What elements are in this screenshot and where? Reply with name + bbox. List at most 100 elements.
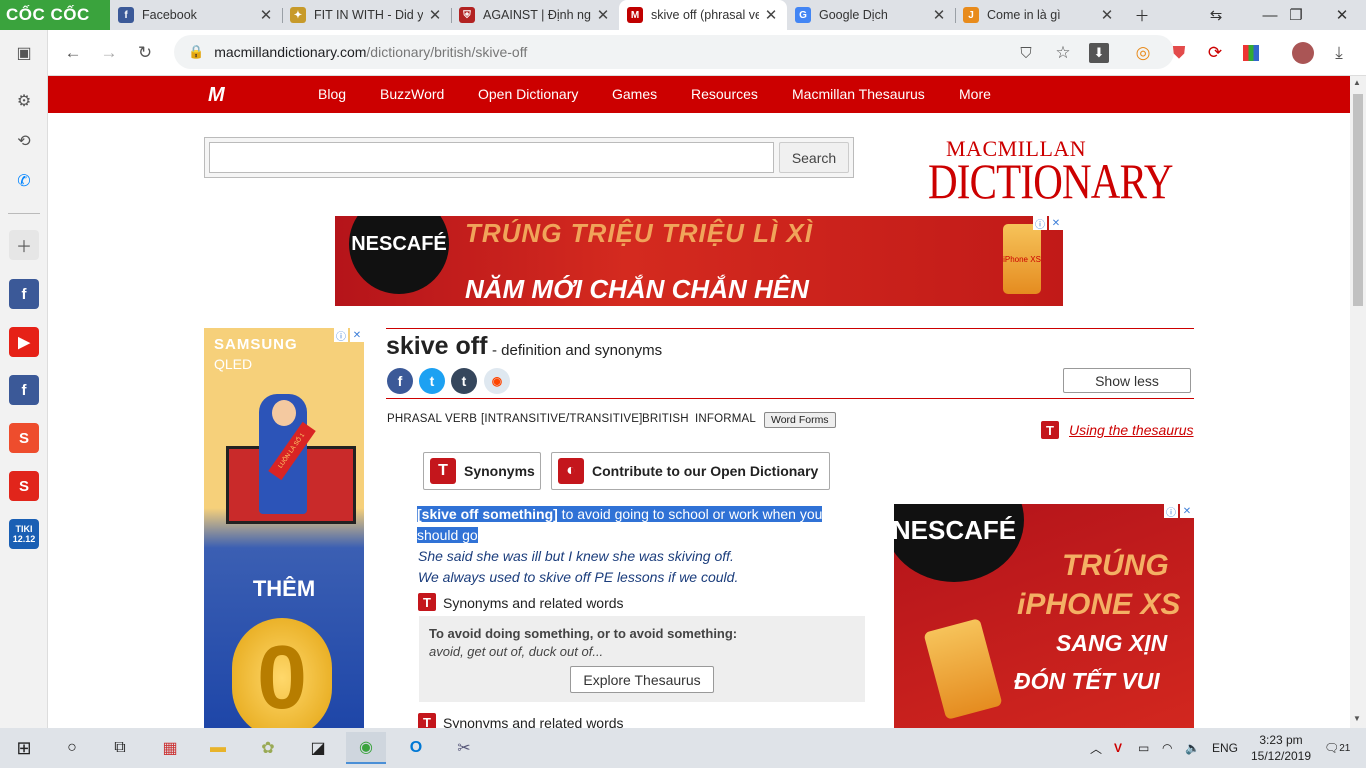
nav-resources[interactable]: Resources xyxy=(691,76,758,113)
nav-more[interactable]: More xyxy=(959,76,991,113)
register-label: INFORMAL xyxy=(695,413,757,425)
savior-download-button[interactable]: ⬇ xyxy=(1084,38,1114,68)
sidebar-tiki-button[interactable]: TIKI 12.12 xyxy=(9,519,39,549)
taskbar-app-1[interactable]: ▦ xyxy=(150,732,190,764)
settings-button[interactable]: ⚙ xyxy=(9,86,39,116)
add-sidebar-app-button[interactable]: ＋ xyxy=(9,230,39,260)
ad-info-icon[interactable]: ⓘ xyxy=(334,328,348,343)
tab-google-translate[interactable]: G Google Dịch ✕ xyxy=(787,0,955,30)
back-button[interactable]: ← xyxy=(58,38,88,68)
outlook-button[interactable]: O xyxy=(396,732,436,764)
extension-color-button[interactable] xyxy=(1236,38,1266,68)
shield-button[interactable]: ⛉ xyxy=(1011,38,1041,68)
volume-icon[interactable]: 🔈 xyxy=(1185,728,1200,768)
file-explorer-button[interactable]: ▬ xyxy=(198,732,238,764)
tab-come-in[interactable]: J Come in là gì ✕ xyxy=(955,0,1123,30)
extension-red-button[interactable]: ⟳ xyxy=(1200,38,1230,68)
coccoc-icon: ◉ xyxy=(359,739,373,756)
bookmark-button[interactable]: ☆ xyxy=(1048,38,1078,68)
show-hidden-icons-button[interactable]: ︿ xyxy=(1090,728,1102,768)
close-tab-icon[interactable]: ✕ xyxy=(427,6,443,24)
share-twitter-icon[interactable]: t xyxy=(419,368,445,394)
tab-title: Facebook xyxy=(142,8,197,22)
page-scrollbar[interactable]: ▲ ▼ xyxy=(1350,76,1366,728)
task-view-button[interactable]: ⧉ xyxy=(100,732,140,764)
url-path: /dictionary/british/skive-off xyxy=(366,44,528,60)
ad-close-icon[interactable]: ✕ xyxy=(1180,504,1194,518)
sidebar-youtube-button[interactable]: ▶ xyxy=(9,327,39,357)
macmillan-logo-icon[interactable]: M xyxy=(208,84,234,106)
ad-close-icon[interactable]: ✕ xyxy=(350,328,364,342)
macmillan-dictionary-logo[interactable]: MACMILLAN DICTIONARY xyxy=(928,136,1173,209)
start-button[interactable]: ⊞ xyxy=(4,732,44,764)
search-input[interactable] xyxy=(209,142,774,173)
forward-button[interactable]: → xyxy=(94,38,124,68)
banner-ad-right[interactable]: NESCAFÉ TRÚNG iPHONE XS SANG XỊN ĐÓN TẾT… xyxy=(894,504,1194,728)
explore-thesaurus-button[interactable]: Explore Thesaurus xyxy=(570,666,714,693)
coccoc-taskbar-button[interactable]: ◉ xyxy=(346,732,386,764)
taskbar-app-7[interactable]: ✂ xyxy=(444,732,484,764)
scrollbar-thumb[interactable] xyxy=(1353,94,1363,306)
new-tab-button[interactable]: ＋ xyxy=(1122,0,1162,30)
share-tumblr-icon[interactable]: t xyxy=(451,368,477,394)
tab-against[interactable]: ⛨ AGAINST | Định nghĩa ✕ xyxy=(451,0,619,30)
sidebar-shopee-button[interactable]: S xyxy=(9,423,39,453)
sidebar-facebook-button[interactable]: f xyxy=(9,279,39,309)
nav-open-dictionary[interactable]: Open Dictionary xyxy=(478,76,578,113)
tab-skive-off[interactable]: M skive off (phrasal verb ✕ xyxy=(619,0,787,30)
nav-macmillan-thesaurus[interactable]: Macmillan Thesaurus xyxy=(792,76,925,113)
battery-icon[interactable]: ▭ xyxy=(1138,728,1149,768)
sidebar-toggle-button[interactable]: ▣ xyxy=(9,38,39,68)
scroll-up-icon[interactable]: ▲ xyxy=(1353,78,1361,87)
share-reddit-icon[interactable]: ◉ xyxy=(484,368,510,394)
ad-info-icon[interactable]: ⓘ xyxy=(1033,216,1047,231)
clock[interactable]: 3:23 pm 15/12/2019 xyxy=(1248,728,1314,768)
tab-fit-in-with[interactable]: ✦ FIT IN WITH - Did you ✕ xyxy=(282,0,451,30)
close-tab-icon[interactable]: ✕ xyxy=(595,6,611,24)
tab-search-button[interactable]: ⇆ xyxy=(1196,0,1236,30)
banner-ad-top[interactable]: NESCAFÉ TRÚNG TRIỆU TRIỆU LÌ XÌ NĂM MỚI … xyxy=(335,216,1063,306)
clock-time: 3:23 pm xyxy=(1259,733,1303,747)
action-center-button[interactable]: 🗨 21 xyxy=(1324,728,1350,768)
messenger-button[interactable]: ✆ xyxy=(9,166,39,196)
nav-blog[interactable]: Blog xyxy=(318,76,346,113)
restore-button[interactable]: ❐ xyxy=(1276,0,1316,30)
downloads-button[interactable]: ⤓ xyxy=(1324,38,1354,68)
close-tab-icon[interactable]: ✕ xyxy=(1099,6,1115,24)
banner-ad-left[interactable]: SAMSUNG QLED LUÔN LÀ SỐ 1 THÊM 0 ⓘ ✕ xyxy=(204,328,364,728)
profile-button[interactable] xyxy=(1288,38,1318,68)
unikey-icon[interactable]: V xyxy=(1114,728,1122,768)
contribute-button[interactable]: ◐ Contribute to our Open Dictionary xyxy=(551,452,830,490)
language-indicator[interactable]: ENG xyxy=(1212,728,1238,768)
nav-buzzword[interactable]: BuzzWord xyxy=(380,76,444,113)
search-button[interactable]: Search xyxy=(779,142,849,173)
word-forms-button[interactable]: Word Forms xyxy=(764,412,836,428)
ad-info-icon[interactable]: ⓘ xyxy=(1164,504,1178,519)
scroll-down-icon[interactable]: ▼ xyxy=(1353,714,1361,723)
close-tab-icon[interactable]: ✕ xyxy=(763,6,779,24)
nav-games[interactable]: Games xyxy=(612,76,657,113)
close-window-button[interactable]: ✕ xyxy=(1322,0,1362,30)
extension-coccoc-button[interactable]: ◎ xyxy=(1128,38,1158,68)
tab-facebook[interactable]: f Facebook ✕ xyxy=(110,0,282,30)
web-page: M Blog BuzzWord Open Dictionary Games Re… xyxy=(48,76,1350,728)
coccoc-menu-button[interactable]: CỐC CỐC xyxy=(0,0,110,30)
taskbar-app-3[interactable]: ✿ xyxy=(248,732,288,764)
ad-close-icon[interactable]: ✕ xyxy=(1049,216,1063,230)
close-tab-icon[interactable]: ✕ xyxy=(931,6,947,24)
show-less-button[interactable]: Show less xyxy=(1063,368,1191,393)
taskbar-app-4[interactable]: ◪ xyxy=(298,732,338,764)
using-thesaurus-link[interactable]: Using the thesaurus xyxy=(1069,422,1194,438)
reload-button[interactable]: ↻ xyxy=(130,38,160,68)
wifi-icon[interactable]: ◠ xyxy=(1162,728,1172,768)
grammar-label: [INTRANSITIVE/TRANSITIVE] xyxy=(481,413,643,425)
close-tab-icon[interactable]: ✕ xyxy=(258,6,274,24)
facebook-icon: f xyxy=(21,381,27,399)
share-facebook-icon[interactable]: f xyxy=(387,368,413,394)
synonyms-button[interactable]: T Synonyms xyxy=(423,452,541,490)
search-button[interactable]: ○ xyxy=(52,732,92,764)
extension-adblock-button[interactable]: ⛊ xyxy=(1164,38,1194,68)
sidebar-sendo-button[interactable]: S xyxy=(9,471,39,501)
sidebar-facebook-2-button[interactable]: f xyxy=(9,375,39,405)
history-button[interactable]: ⟲ xyxy=(9,126,39,156)
